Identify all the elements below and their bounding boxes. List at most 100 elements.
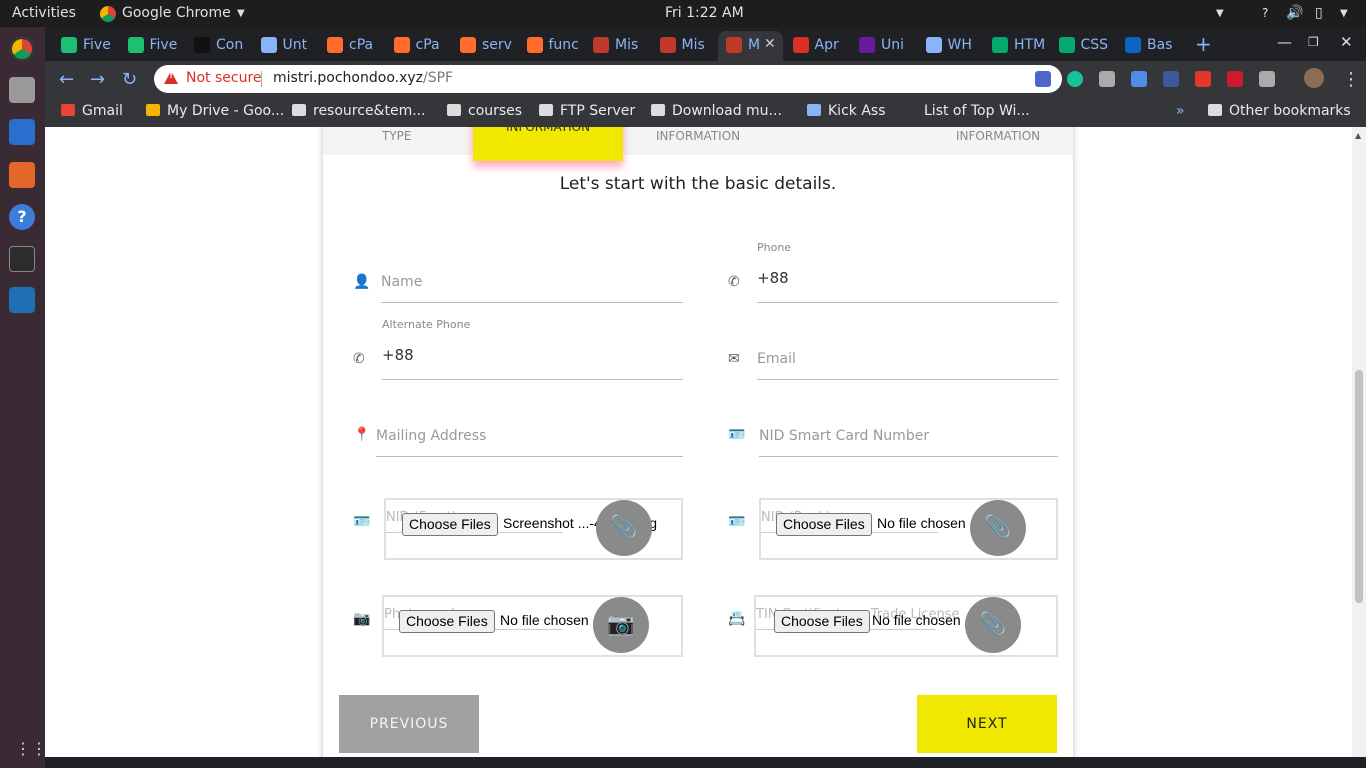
bookmark-item[interactable]: resource&tem...	[292, 103, 426, 119]
tab-15[interactable]: CSS	[1051, 31, 1116, 61]
maximize-icon[interactable]: ❐	[1308, 35, 1319, 49]
tab-1[interactable]: Five	[120, 31, 185, 61]
alternate-phone-field[interactable]: Alternate Phone +88	[382, 318, 683, 380]
choose-files-button[interactable]: Choose Files	[776, 513, 872, 536]
video-extension-icon[interactable]	[1227, 71, 1243, 87]
help-icon[interactable]: ?	[9, 204, 35, 230]
attachment-icon[interactable]: 📎	[596, 500, 652, 556]
attachment-icon[interactable]: 📎	[970, 500, 1026, 556]
security-label[interactable]: Not secure	[186, 70, 262, 86]
bookmark-item[interactable]: Kick Ass	[807, 103, 886, 119]
tab-10[interactable]: M ✕	[718, 31, 783, 61]
back-icon[interactable]: ←	[59, 69, 74, 90]
tab-5[interactable]: cPa	[386, 31, 451, 61]
page-scrollbar[interactable]: ▲	[1352, 127, 1366, 757]
tab-title: cPa	[349, 37, 374, 53]
step-basic-information[interactable]: INFORMATION	[473, 127, 623, 161]
w3-icon	[992, 37, 1008, 53]
grammarly-icon[interactable]	[1067, 71, 1083, 87]
name-field[interactable]: Name	[381, 256, 683, 303]
tab-2[interactable]: Con	[186, 31, 251, 61]
next-button[interactable]: NEXT	[917, 695, 1057, 753]
bookmark-item[interactable]: courses	[447, 103, 522, 119]
tab-title: WH	[947, 37, 972, 53]
tab-3[interactable]: Unt	[253, 31, 318, 61]
step-type[interactable]: TYPE	[382, 129, 411, 143]
tff-extension-icon[interactable]	[1131, 71, 1147, 87]
tab-7[interactable]: func	[519, 31, 584, 61]
bookmark-item[interactable]: Gmail	[61, 103, 123, 119]
apps-grid-icon[interactable]: ⋮⋮	[15, 739, 47, 758]
tab-0[interactable]: Five	[53, 31, 118, 61]
menu-dots-icon[interactable]: ⋮	[1342, 69, 1360, 90]
battery-icon[interactable]: ▯	[1315, 5, 1323, 21]
choose-files-button[interactable]: Choose Files	[402, 513, 498, 536]
address-bar[interactable]: ! Not secure mistri.pochondoo.xyz/SPF ☆	[154, 65, 1062, 93]
redirect-extension-icon[interactable]	[1195, 71, 1211, 87]
bookmark-item[interactable]: My Drive - Goo...	[146, 103, 284, 119]
camera-icon[interactable]: 📷	[593, 597, 649, 653]
mailing-address-field[interactable]: Mailing Address	[376, 410, 683, 457]
vue-devtools-icon[interactable]	[1259, 71, 1275, 87]
previous-button[interactable]: PREVIOUS	[339, 695, 479, 753]
fiverr-icon	[127, 37, 144, 53]
tab-14[interactable]: HTM	[984, 31, 1049, 61]
nid-front-upload[interactable]: NID (Front) Choose Files Screenshot ...-…	[384, 498, 683, 560]
help-icon[interactable]: ?	[1262, 6, 1268, 20]
chevron-down-icon[interactable]: ▼	[1216, 8, 1224, 19]
tab-8[interactable]: Mis	[585, 31, 650, 61]
other-bookmarks[interactable]: Other bookmarks	[1208, 103, 1351, 119]
form-steps: TYPE INFORMATION INFORMATION INFORMATION	[323, 127, 1073, 161]
close-window-icon[interactable]: ✕	[1340, 33, 1353, 51]
download-icon	[651, 104, 665, 116]
email-field[interactable]: Email	[757, 333, 1058, 380]
page-content: TYPE INFORMATION INFORMATION INFORMATION…	[45, 127, 1352, 757]
step-information-3[interactable]: INFORMATION	[956, 129, 1040, 143]
tab-title: Con	[216, 37, 244, 53]
step-information-2[interactable]: INFORMATION	[656, 129, 740, 143]
bookmark-item[interactable]: FTP Server	[539, 103, 635, 119]
extension-icon[interactable]	[1099, 71, 1115, 87]
new-tab-icon[interactable]: +	[1195, 32, 1212, 56]
tab-11[interactable]: Apr	[785, 31, 850, 61]
tab-6[interactable]: serv	[452, 31, 517, 61]
writer-icon[interactable]	[9, 119, 35, 145]
translate-extension-icon[interactable]	[1035, 71, 1051, 87]
bookmark-item[interactable]: Download mu...	[651, 103, 782, 119]
tab-9[interactable]: Mis	[652, 31, 717, 61]
user-icon: 👤	[353, 274, 371, 290]
tab-title: Bas	[1147, 37, 1173, 53]
tab-13[interactable]: WH	[918, 31, 983, 61]
tab-12[interactable]: Uni	[851, 31, 916, 61]
reload-icon[interactable]: ↻	[122, 69, 137, 90]
app-menu[interactable]: Google Chrome	[122, 5, 231, 21]
tab-4[interactable]: cPa	[319, 31, 384, 61]
nid-number-field[interactable]: NID Smart Card Number	[759, 410, 1058, 457]
url-text[interactable]: mistri.pochondoo.xyz/SPF	[273, 70, 453, 86]
close-tab-icon[interactable]: ✕	[764, 36, 776, 52]
files-icon[interactable]	[9, 77, 35, 103]
choose-files-button[interactable]: Choose Files	[399, 610, 495, 633]
vscode-icon[interactable]	[9, 287, 35, 313]
tab-16[interactable]: Bas	[1117, 31, 1182, 61]
minimize-icon[interactable]: —	[1277, 33, 1292, 51]
terminal-icon[interactable]	[9, 246, 35, 272]
profile-avatar[interactable]	[1304, 68, 1324, 88]
shield-extension-icon[interactable]	[1163, 71, 1179, 87]
activities-button[interactable]: Activities	[12, 5, 76, 21]
more-bookmarks-icon[interactable]: »	[1176, 103, 1185, 119]
tin-certificate-upload[interactable]: TIN Certificate or Trade License Choose …	[754, 595, 1058, 657]
volume-icon[interactable]: 🔊	[1286, 5, 1303, 21]
software-center-icon[interactable]	[9, 162, 35, 188]
clock[interactable]: Fri 1:22 AM	[665, 5, 744, 21]
photograph-upload[interactable]: Photograph Choose Files No file chosen 📷	[382, 595, 683, 657]
phone-field[interactable]: Phone +88	[757, 241, 1058, 303]
forward-icon[interactable]: →	[90, 69, 105, 90]
bookmark-item[interactable]: List of Top Wi...	[903, 103, 1030, 119]
attachment-icon[interactable]: 📎	[965, 597, 1021, 653]
nid-back-upload[interactable]: NID (Back) Choose Files No file chosen 📎	[759, 498, 1058, 560]
chrome-launcher-icon[interactable]	[9, 36, 35, 62]
power-menu-icon[interactable]: ▼	[1340, 8, 1348, 19]
folder-icon	[539, 104, 553, 116]
choose-files-button[interactable]: Choose Files	[774, 610, 870, 633]
